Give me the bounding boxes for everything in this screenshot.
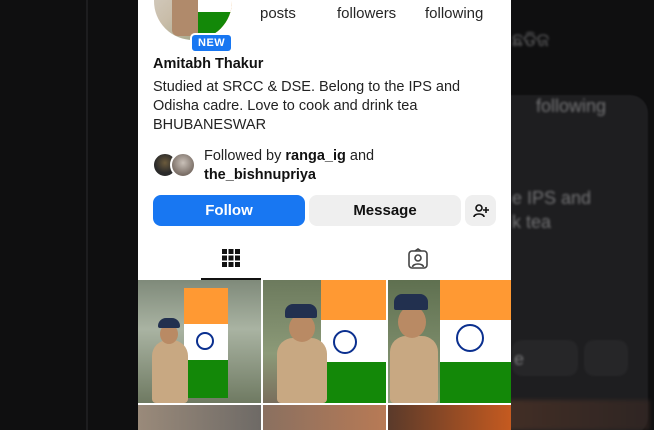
- followed-by-and: and: [349, 148, 375, 164]
- officer-cap: [285, 304, 317, 318]
- chakra-graphic: [196, 332, 214, 350]
- profile-bio: Studied at SRCC & DSE. Belong to the IPS…: [153, 78, 498, 135]
- profile-tabs: [138, 238, 511, 280]
- followers-stat-label[interactable]: followers: [337, 5, 396, 22]
- background-text: e IPS and: [512, 188, 592, 208]
- message-button[interactable]: Message: [309, 195, 461, 226]
- tab-tagged[interactable]: [388, 238, 448, 280]
- followed-by-prefix: Followed by: [204, 148, 282, 164]
- background-photo: [500, 400, 650, 430]
- follow-button[interactable]: Follow: [153, 195, 305, 226]
- background-button: [584, 340, 628, 376]
- post-thumbnail[interactable]: [263, 405, 386, 430]
- profile-name: Amitabh Thakur: [153, 56, 264, 72]
- posts-grid: [138, 280, 511, 430]
- post-thumbnail[interactable]: [388, 405, 511, 430]
- officer-figure: [152, 340, 188, 403]
- following-stat-label[interactable]: following: [425, 5, 483, 22]
- tagged-person-icon: [408, 248, 428, 269]
- background-text: e: [514, 349, 525, 369]
- officer-cap: [394, 294, 428, 310]
- new-badge: NEW: [190, 33, 234, 53]
- post-thumbnail[interactable]: [388, 280, 511, 403]
- officer-face: [398, 306, 426, 338]
- grid-icon: [222, 249, 240, 267]
- post-thumbnail[interactable]: [138, 280, 261, 403]
- background-divider: [86, 0, 88, 430]
- officer-cap: [158, 318, 180, 328]
- profile-avatar[interactable]: NEW: [152, 0, 234, 53]
- background-text: following: [536, 96, 607, 116]
- tab-posts-grid[interactable]: [201, 238, 261, 280]
- post-thumbnail[interactable]: [138, 405, 261, 430]
- bio-line: Odisha cadre. Love to cook and drink tea: [153, 98, 418, 114]
- officer-figure: [277, 338, 327, 403]
- posts-stat-label[interactable]: posts: [260, 5, 296, 22]
- chakra-graphic: [333, 330, 357, 354]
- followed-by-row[interactable]: Followed by ranga_ig and the_bishnupriya: [152, 147, 502, 187]
- person-plus-icon: [472, 203, 489, 217]
- officer-figure: [390, 336, 438, 403]
- bio-location: BHUBANESWAR: [153, 117, 267, 133]
- followed-by-text: Followed by ranga_ig and the_bishnupriya: [204, 147, 374, 185]
- chakra-graphic: [456, 324, 484, 352]
- follower-username-link[interactable]: the_bishnupriya: [204, 167, 316, 183]
- officer-face: [289, 314, 315, 342]
- avatar-flag-white: [198, 0, 232, 12]
- background-text: ଛଡିଜ: [512, 30, 550, 50]
- background-text: k tea: [512, 212, 552, 232]
- follower-avatar: [170, 152, 196, 178]
- profile-panel: NEW posts followers following Amitabh Th…: [138, 0, 511, 430]
- suggest-users-button[interactable]: [465, 195, 496, 226]
- post-thumbnail[interactable]: [263, 280, 386, 403]
- follower-username-link[interactable]: ranga_ig: [285, 148, 345, 164]
- bio-line: Studied at SRCC & DSE. Belong to the IPS…: [153, 79, 461, 95]
